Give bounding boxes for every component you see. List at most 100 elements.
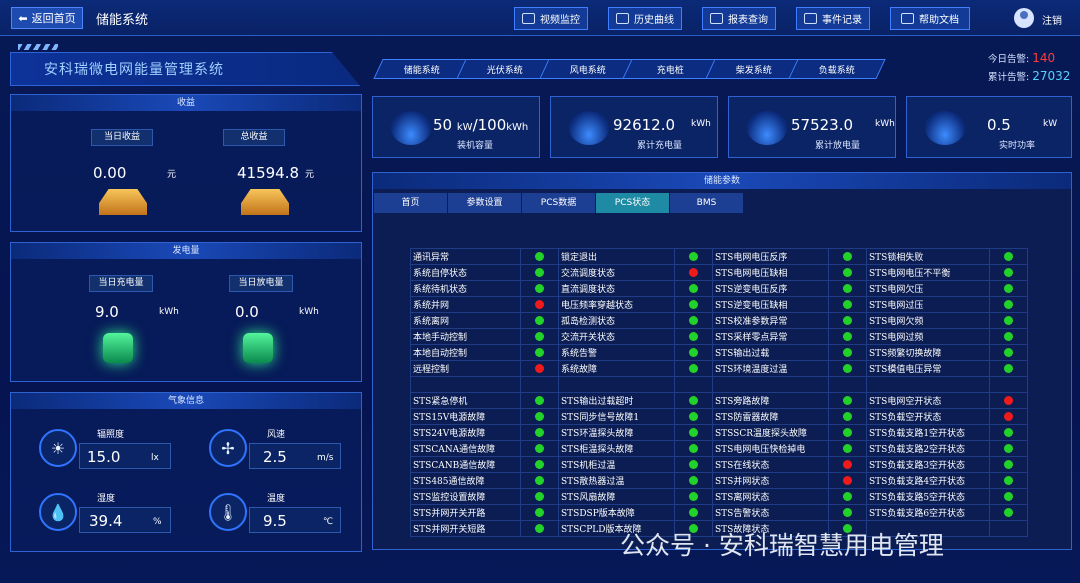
- table-row: STS紧急停机 STS输出过载超时 STS旁路故障 STS电网空开状态: [410, 392, 1028, 409]
- status-name: 本地自动控制: [410, 344, 521, 361]
- video-monitor-button[interactable]: 视频监控: [514, 7, 588, 30]
- status-name: STS15V电源故障: [410, 408, 521, 425]
- green-status-dot-icon: [843, 267, 852, 277]
- tab-storage[interactable]: 储能系统: [373, 59, 471, 79]
- status-name: 交流调度状态: [558, 264, 675, 281]
- income-panel-title: 收益: [11, 95, 361, 111]
- power-unit: kWh: [299, 307, 319, 317]
- status-name: 系统自停状态: [410, 264, 521, 281]
- event-log-button[interactable]: 事件记录: [796, 7, 870, 30]
- status-name: STS告警状态: [712, 504, 829, 521]
- status-name: STS电网电压反序: [712, 248, 829, 265]
- gold-coin-icon: [241, 189, 289, 215]
- green-status-dot-icon: [689, 315, 698, 325]
- green-status-dot-icon: [689, 347, 698, 357]
- status-indicator-cell: [520, 248, 559, 265]
- history-curve-button[interactable]: 历史曲线: [608, 7, 682, 30]
- status-indicator-cell: [520, 360, 559, 377]
- today-alarm-label: 今日告警:: [988, 54, 1030, 65]
- green-status-dot-icon: [843, 347, 852, 357]
- discharge-label: 当日放电量: [229, 275, 293, 292]
- wind-label: 风速: [267, 430, 286, 440]
- status-name: STS电网欠压: [866, 280, 990, 297]
- tab-charger[interactable]: 充电桩: [622, 59, 720, 79]
- status-indicator-cell: [989, 520, 1028, 537]
- status-table: 通讯异常 锁定退出 STS电网电压反序 STS锁相失败 系统自停状态 交流调度状态 STS电…: [410, 248, 1028, 537]
- temperature-label: 温度: [267, 494, 286, 504]
- top-bar: ⬅ 返回首页 储能系统 视频监控 历史曲线 报表查询 事件记录 帮助文档 注销: [0, 0, 1080, 36]
- capacity-value: 50 kW/100kWh: [433, 116, 528, 134]
- status-indicator-cell: [674, 424, 713, 441]
- status-name: STS负载支路2空开状态: [866, 440, 990, 457]
- red-status-dot-icon: [535, 363, 544, 373]
- green-status-dot-icon: [535, 507, 544, 517]
- tab-pv[interactable]: 光伏系统: [456, 59, 554, 79]
- capacity-unit-a: kW: [456, 122, 473, 133]
- status-indicator-cell: [520, 440, 559, 457]
- total-alarm-label: 累计告警:: [988, 72, 1030, 83]
- tab-wind[interactable]: 风电系统: [539, 59, 637, 79]
- wind-value: 2.5: [263, 448, 287, 466]
- green-status-dot-icon: [689, 283, 698, 293]
- help-doc-button[interactable]: 帮助文档: [890, 7, 970, 30]
- status-name: STS环境温度过温: [712, 360, 829, 377]
- back-label: 返回首页: [31, 12, 76, 25]
- charge-total-unit: kWh: [691, 119, 711, 129]
- status-indicator-cell: [828, 296, 867, 313]
- back-button[interactable]: ⬅ 返回首页: [11, 7, 83, 29]
- table-row: 本地自动控制 系统告警 STS输出过载 STS频繁切换故障: [410, 344, 1028, 361]
- status-name: 锁定退出: [558, 248, 675, 265]
- status-indicator-cell: [828, 440, 867, 457]
- today-alarm-value: 140: [1032, 51, 1056, 65]
- status-indicator-cell: [989, 488, 1028, 505]
- status-name: STSDSP版本故障: [558, 504, 675, 521]
- tab-pcs-data[interactable]: PCS数据: [522, 193, 596, 213]
- status-name: STS同步信号故障1: [558, 408, 675, 425]
- avatar[interactable]: [1014, 8, 1034, 28]
- status-indicator-cell: [520, 520, 559, 537]
- table-row: STS监控设置故障 STS风扇故障 STS离网状态 STS负载支路5空开状态: [410, 488, 1028, 505]
- tab-bms[interactable]: BMS: [670, 193, 744, 213]
- status-name: STS并网状态: [712, 472, 829, 489]
- status-name: 本地手动控制: [410, 328, 521, 345]
- table-row: STS15V电源故障 STS同步信号故障1 STS防雷器故障 STS负载空开状态: [410, 408, 1028, 425]
- tab-pcs-status[interactable]: PCS状态: [596, 193, 670, 213]
- green-status-dot-icon: [689, 491, 698, 501]
- income-unit: 元: [167, 170, 177, 180]
- green-status-dot-icon: [1004, 443, 1013, 453]
- status-indicator-cell: [989, 472, 1028, 489]
- status-indicator-cell: [989, 456, 1028, 473]
- status-name: STS采样零点异常: [712, 328, 829, 345]
- status-name: STS24V电源故障: [410, 424, 521, 441]
- green-status-dot-icon: [689, 395, 698, 405]
- status-indicator-cell: [674, 440, 713, 457]
- tab-param-settings[interactable]: 参数设置: [448, 193, 522, 213]
- status-name: 交流开关状态: [558, 328, 675, 345]
- status-name: 远程控制: [410, 360, 521, 377]
- green-status-dot-icon: [535, 331, 544, 341]
- green-status-dot-icon: [689, 251, 698, 261]
- thermometer-icon: 🌡: [209, 493, 247, 531]
- status-indicator-cell: [520, 408, 559, 425]
- params-panel-title: 储能参数: [373, 173, 1071, 189]
- tab-diesel[interactable]: 柴发系统: [705, 59, 803, 79]
- status-indicator-cell: [989, 376, 1028, 393]
- green-status-dot-icon: [1004, 347, 1013, 357]
- decor-stripes: [18, 44, 58, 50]
- green-status-dot-icon: [1004, 267, 1013, 277]
- tab-home[interactable]: 首页: [374, 193, 448, 213]
- logout-link[interactable]: 注销: [1042, 12, 1062, 27]
- battery-icon: [391, 111, 431, 145]
- alarm-summary: 今日告警: 140 累计告警: 27032: [988, 50, 1070, 86]
- tab-load[interactable]: 负载系统: [788, 59, 886, 79]
- status-name: STS输出过载: [712, 344, 829, 361]
- status-name: STS电网过频: [866, 328, 990, 345]
- green-status-dot-icon: [689, 507, 698, 517]
- search-icon: [710, 13, 723, 24]
- status-name: 通讯异常: [410, 248, 521, 265]
- status-indicator-cell: [828, 504, 867, 521]
- report-query-button[interactable]: 报表查询: [702, 7, 776, 30]
- green-status-dot-icon: [535, 347, 544, 357]
- status-name: STS柜温探头故障: [558, 440, 675, 457]
- status-indicator-cell: [674, 488, 713, 505]
